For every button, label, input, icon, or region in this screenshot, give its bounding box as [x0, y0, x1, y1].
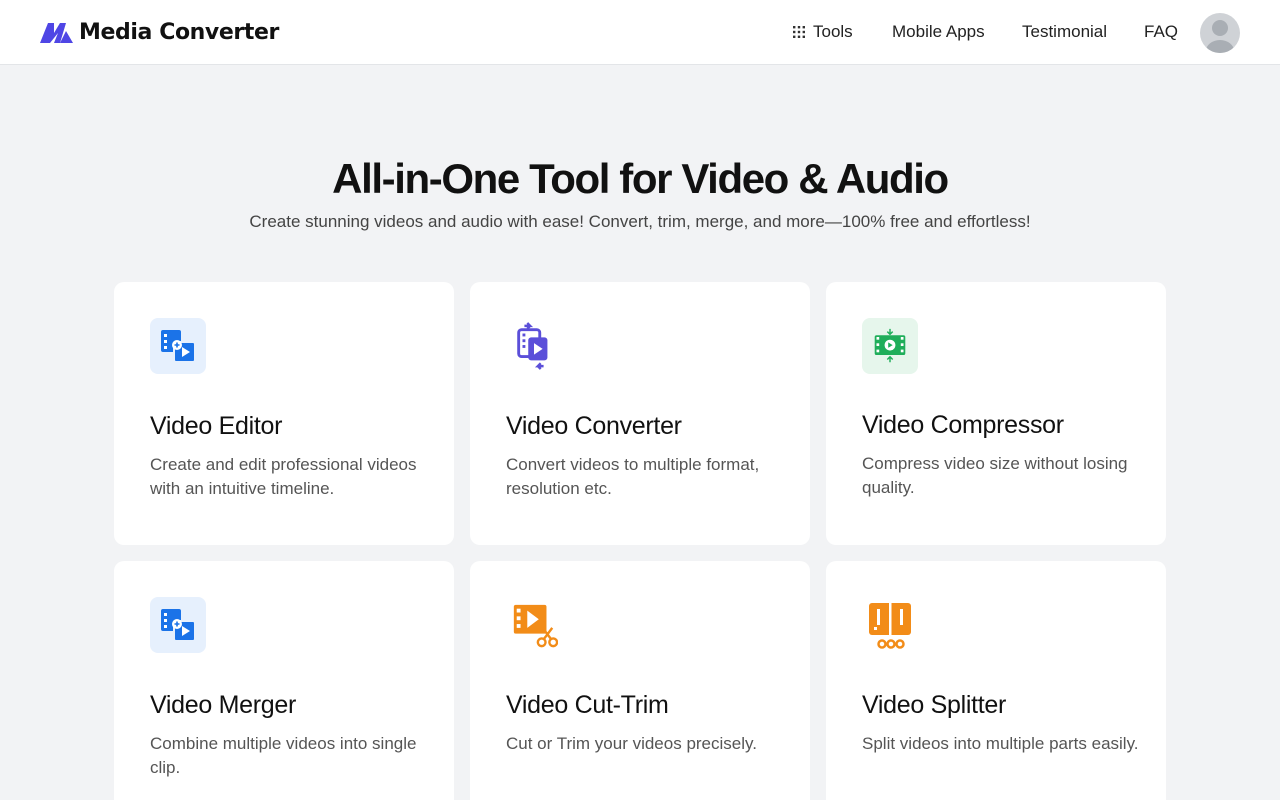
tool-card-title: Video Merger — [150, 691, 297, 719]
nav-testimonial[interactable]: Testimonial — [1022, 0, 1107, 64]
grid-icon — [793, 26, 805, 38]
tool-card-video-converter[interactable]: Video Converter Convert videos to multip… — [470, 282, 810, 545]
page-title: All-in-One Tool for Video & Audio — [332, 155, 949, 202]
page-subtitle: Create stunning videos and audio with ea… — [249, 212, 1031, 231]
tool-card-video-splitter[interactable]: Video Splitter Split videos into multipl… — [826, 561, 1166, 800]
video-editor-icon — [150, 318, 206, 374]
video-merger-icon — [150, 597, 206, 653]
tool-card-title: Video Compressor — [862, 411, 1064, 439]
tool-card-video-compressor[interactable]: Video Compressor Compress video size wit… — [826, 282, 1166, 545]
tool-card-description: Combine multiple videos into single clip… — [150, 734, 417, 777]
video-compressor-icon — [862, 318, 918, 374]
video-converter-icon — [506, 318, 562, 374]
media-converter-logo-icon — [40, 23, 73, 43]
tool-card-description: Compress video size without losing quali… — [862, 454, 1128, 497]
nav-tools[interactable]: Tools — [793, 0, 853, 64]
tool-card-video-editor[interactable]: Video Editor Create and edit professiona… — [114, 282, 454, 545]
tool-card-video-merger[interactable]: Video Merger Combine multiple videos int… — [114, 561, 454, 800]
user-avatar-button[interactable] — [1200, 13, 1240, 53]
tool-card-title: Video Splitter — [862, 691, 1007, 719]
tool-card-description: Cut or Trim your videos precisely. — [506, 734, 757, 753]
tool-card-title: Video Editor — [150, 412, 283, 440]
top-navigation-bar: Media Converter Tools Mobile Apps Testim… — [0, 0, 1280, 65]
user-avatar-icon — [1206, 20, 1234, 53]
nav-mobile-apps[interactable]: Mobile Apps — [892, 0, 985, 64]
nav-faq[interactable]: FAQ — [1144, 0, 1178, 64]
tool-card-title: Video Converter — [506, 412, 682, 440]
video-cut-trim-icon — [506, 597, 562, 653]
nav-tools-label: Tools — [813, 22, 853, 41]
brand-logo[interactable]: Media Converter — [40, 19, 279, 45]
video-splitter-icon — [862, 597, 918, 653]
tool-card-description: Create and edit professional videos with… — [150, 455, 417, 498]
brand-name: Media Converter — [79, 19, 279, 45]
tool-card-description: Convert videos to multiple format, resol… — [506, 455, 760, 498]
tool-card-video-cut-trim[interactable]: Video Cut-Trim Cut or Trim your videos p… — [470, 561, 810, 800]
tool-card-title: Video Cut-Trim — [506, 691, 669, 719]
tool-card-description: Split videos into multiple parts easily. — [862, 734, 1139, 753]
